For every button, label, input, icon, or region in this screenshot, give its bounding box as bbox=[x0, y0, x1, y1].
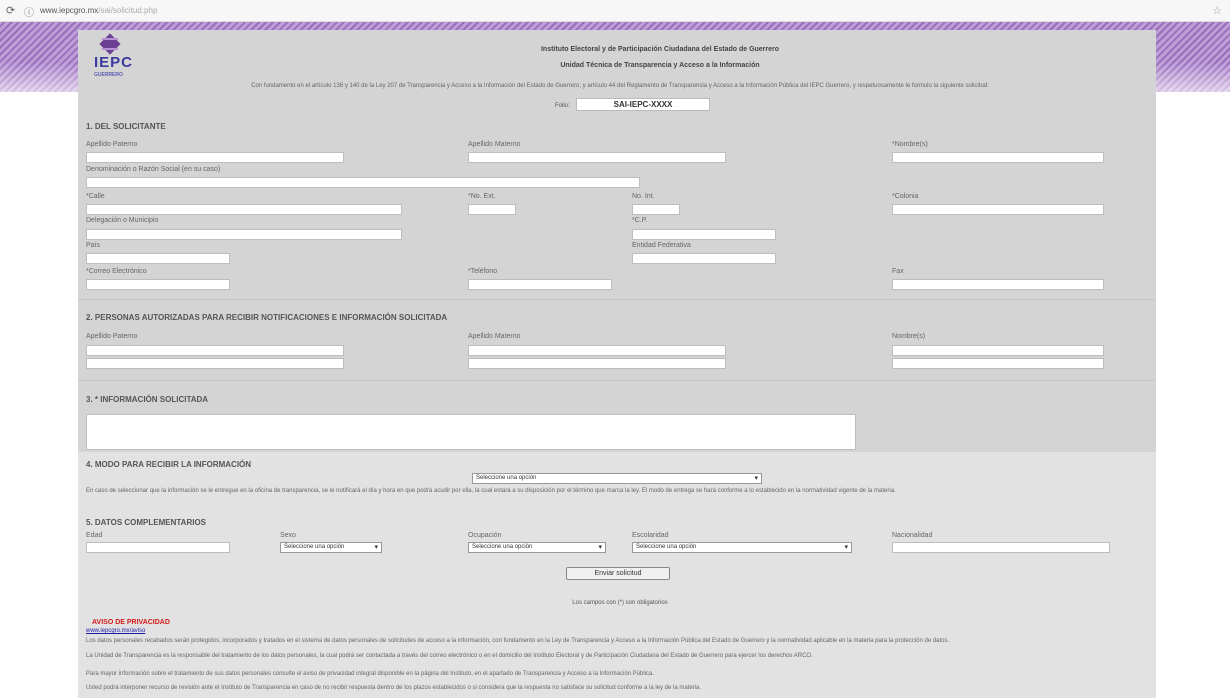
modo-entrega-note: En caso de seleccionar que la informació… bbox=[86, 488, 896, 494]
informacion-solicitada-textarea[interactable] bbox=[86, 414, 856, 450]
sexo-label: Sexo bbox=[280, 532, 296, 539]
section3-title: 3. * INFORMACIÓN SOLICITADA bbox=[86, 395, 209, 404]
nacionalidad-input[interactable] bbox=[892, 542, 1110, 553]
escolaridad-label: Escolaridad bbox=[632, 532, 669, 539]
calle-input[interactable] bbox=[86, 204, 402, 215]
fax-input[interactable] bbox=[892, 279, 1104, 290]
page-subtitle: Unidad Técnica de Transparencia y Acceso… bbox=[560, 62, 760, 69]
iepc-logo: IEPC GUERRERO bbox=[92, 33, 134, 78]
autorizado-nombres-label: Nombre(s) bbox=[892, 333, 926, 340]
telefono-input[interactable] bbox=[468, 279, 612, 290]
section-divider bbox=[78, 299, 1156, 300]
cp-label: *C.P. bbox=[632, 217, 648, 224]
delegacion-input[interactable] bbox=[86, 229, 402, 240]
sexo-select[interactable]: Seleccione una opción bbox=[280, 542, 382, 553]
nombres-label: *Nombre(s) bbox=[892, 141, 928, 148]
apellido-materno-label: Apellido Materno bbox=[468, 141, 521, 148]
correo-input[interactable] bbox=[86, 279, 230, 290]
pais-input[interactable] bbox=[86, 253, 230, 264]
fax-label: Fax bbox=[892, 268, 904, 275]
apellido-paterno-input[interactable] bbox=[86, 152, 344, 163]
entidad-label: Entidad Federativa bbox=[632, 242, 691, 249]
logo-stripes bbox=[102, 38, 118, 50]
autorizado-nombres-input-2[interactable] bbox=[892, 358, 1104, 369]
url-field[interactable]: www.iepcgro.mx/sai/solicitud.php bbox=[40, 6, 157, 15]
edad-label: Edad bbox=[86, 532, 103, 539]
cp-input[interactable] bbox=[632, 229, 776, 240]
autorizado-materno-input-2[interactable] bbox=[468, 358, 726, 369]
entidad-input[interactable] bbox=[632, 253, 776, 264]
privacy-notice-heading: AVISO DE PRIVACIDAD bbox=[92, 619, 170, 626]
privacy-link[interactable]: www.iepcgro.mx/aviso bbox=[86, 628, 145, 634]
required-note: Los campos con (*) son obligatorios bbox=[572, 600, 668, 606]
folio-label: Folio: bbox=[555, 103, 570, 109]
folio-field: SAI-IEPC-XXXX bbox=[576, 98, 710, 111]
autorizado-paterno-input-2[interactable] bbox=[86, 358, 344, 369]
page-title: Instituto Electoral y de Participación C… bbox=[540, 46, 780, 53]
reload-icon[interactable]: ⟳ bbox=[6, 4, 15, 17]
submit-button[interactable]: Enviar solicitud bbox=[566, 567, 670, 580]
apellido-materno-input[interactable] bbox=[468, 152, 726, 163]
no-ext-label: *No. Ext. bbox=[468, 193, 496, 200]
section4-title: 4. MODO PARA RECIBIR LA INFORMACIÓN bbox=[86, 460, 252, 469]
modo-entrega-select[interactable]: Seleccione una opción bbox=[472, 473, 762, 484]
section2-title: 2. PERSONAS AUTORIZADAS PARA RECIBIR NOT… bbox=[86, 313, 448, 322]
footer-text-1: Los datos personales recabados serán pro… bbox=[86, 638, 950, 644]
autorizado-nombres-input-1[interactable] bbox=[892, 345, 1104, 356]
escolaridad-select[interactable]: Seleccione una opción bbox=[632, 542, 852, 553]
denominacion-input[interactable] bbox=[86, 177, 640, 188]
nombres-input[interactable] bbox=[892, 152, 1104, 163]
footer-text-4: Usted podrá interponer recurso de revisi… bbox=[86, 685, 702, 691]
pais-label: País bbox=[86, 242, 101, 249]
logo-subtext: GUERRERO bbox=[94, 72, 123, 78]
delegacion-label: Delegación o Municipio bbox=[86, 217, 159, 224]
calle-label: *Calle bbox=[86, 193, 105, 200]
denominacion-label: Denominación o Razón Social (en su caso) bbox=[86, 166, 221, 173]
colonia-label: *Colonia bbox=[892, 193, 919, 200]
star-icon[interactable]: ☆ bbox=[1212, 4, 1222, 17]
autorizado-paterno-input-1[interactable] bbox=[86, 345, 344, 356]
section1-title: 1. DEL SOLICITANTE bbox=[86, 122, 166, 131]
colonia-input[interactable] bbox=[892, 204, 1104, 215]
autorizado-materno-label: Apellido Materno bbox=[468, 333, 521, 340]
logo-text: IEPC bbox=[94, 54, 134, 71]
nacionalidad-label: Nacionalidad bbox=[892, 532, 933, 539]
apellido-paterno-label: Apellido Paterno bbox=[86, 141, 138, 148]
no-int-input[interactable] bbox=[632, 204, 680, 215]
footer-text-3: Para mayor información sobre el tratamie… bbox=[86, 671, 654, 677]
no-int-label: No. Int. bbox=[632, 193, 655, 200]
autorizado-paterno-label: Apellido Paterno bbox=[86, 333, 138, 340]
footer-text-2: La Unidad de Transparencia es la respons… bbox=[86, 653, 813, 659]
edad-input[interactable] bbox=[86, 542, 230, 553]
browser-address-bar: ⟳ ⓘ www.iepcgro.mx/sai/solicitud.php ☆ bbox=[0, 0, 1230, 22]
section5-title: 5. DATOS COMPLEMENTARIOS bbox=[86, 518, 207, 527]
info-icon[interactable]: ⓘ bbox=[24, 4, 34, 19]
correo-label: *Correo Electrónico bbox=[86, 268, 147, 275]
section-divider bbox=[78, 380, 1156, 381]
ocupacion-label: Ocupación bbox=[468, 532, 502, 539]
autorizado-materno-input-1[interactable] bbox=[468, 345, 726, 356]
telefono-label: *Teléfono bbox=[468, 268, 498, 275]
ocupacion-select[interactable]: Seleccione una opción bbox=[468, 542, 606, 553]
no-ext-input[interactable] bbox=[468, 204, 516, 215]
intro-text: Con fundamento en el artículo 136 y 140 … bbox=[251, 83, 989, 89]
